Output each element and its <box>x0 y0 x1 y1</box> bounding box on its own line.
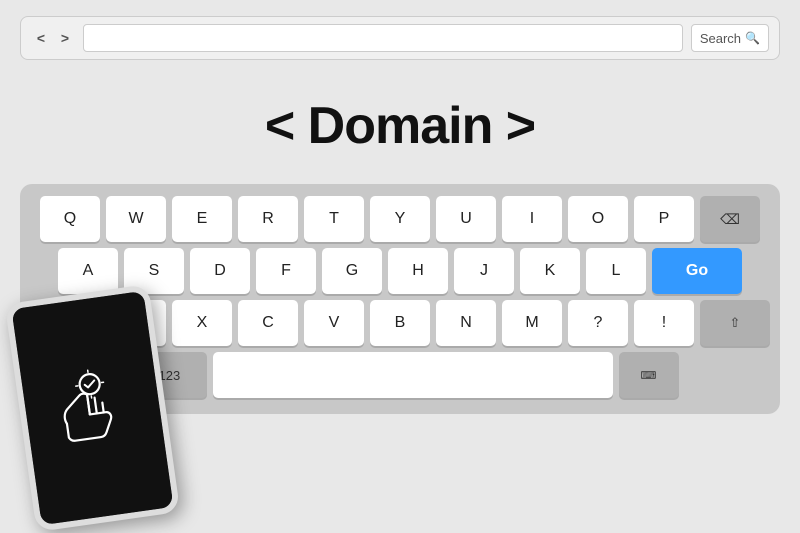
key-v[interactable]: V <box>304 300 364 346</box>
key-y[interactable]: Y <box>370 196 430 242</box>
key-o[interactable]: O <box>568 196 628 242</box>
search-icon: 🔍 <box>745 31 760 45</box>
keyboard-row-1: Q W E R T Y U I O P ⌫ <box>30 196 770 242</box>
key-q[interactable]: Q <box>40 196 100 242</box>
key-r[interactable]: R <box>238 196 298 242</box>
search-box[interactable]: Search 🔍 <box>691 24 769 52</box>
url-input[interactable] <box>83 24 683 52</box>
key-d[interactable]: D <box>190 248 250 294</box>
key-e[interactable]: E <box>172 196 232 242</box>
key-t[interactable]: T <box>304 196 364 242</box>
key-a[interactable]: A <box>58 248 118 294</box>
forward-button[interactable]: > <box>55 30 75 46</box>
key-m[interactable]: M <box>502 300 562 346</box>
nav-buttons: < > <box>31 30 75 46</box>
search-label: Search <box>700 31 741 46</box>
page-title: < Domain > <box>265 96 535 156</box>
key-b[interactable]: B <box>370 300 430 346</box>
backspace-key[interactable]: ⌫ <box>700 196 760 242</box>
key-k[interactable]: K <box>520 248 580 294</box>
phone-screen <box>11 291 173 525</box>
shift-key-right[interactable]: ⇧ <box>700 300 770 346</box>
key-x[interactable]: X <box>172 300 232 346</box>
key-l[interactable]: L <box>586 248 646 294</box>
key-c[interactable]: C <box>238 300 298 346</box>
key-p[interactable]: P <box>634 196 694 242</box>
key-f[interactable]: F <box>256 248 316 294</box>
key-n[interactable]: N <box>436 300 496 346</box>
award-hand-icon <box>47 363 137 453</box>
key-w[interactable]: W <box>106 196 166 242</box>
space-key[interactable] <box>213 352 613 398</box>
key-h[interactable]: H <box>388 248 448 294</box>
key-question[interactable]: ? <box>568 300 628 346</box>
back-button[interactable]: < <box>31 30 51 46</box>
key-exclaim[interactable]: ! <box>634 300 694 346</box>
key-u[interactable]: U <box>436 196 496 242</box>
go-key[interactable]: Go <box>652 248 742 294</box>
key-i[interactable]: I <box>502 196 562 242</box>
browser-bar: < > Search 🔍 <box>20 16 780 60</box>
keyboard-row-2: A S D F G H J K L Go <box>30 248 770 294</box>
keyboard-icon-key[interactable]: ⌨ <box>619 352 679 398</box>
key-g[interactable]: G <box>322 248 382 294</box>
key-j[interactable]: J <box>454 248 514 294</box>
